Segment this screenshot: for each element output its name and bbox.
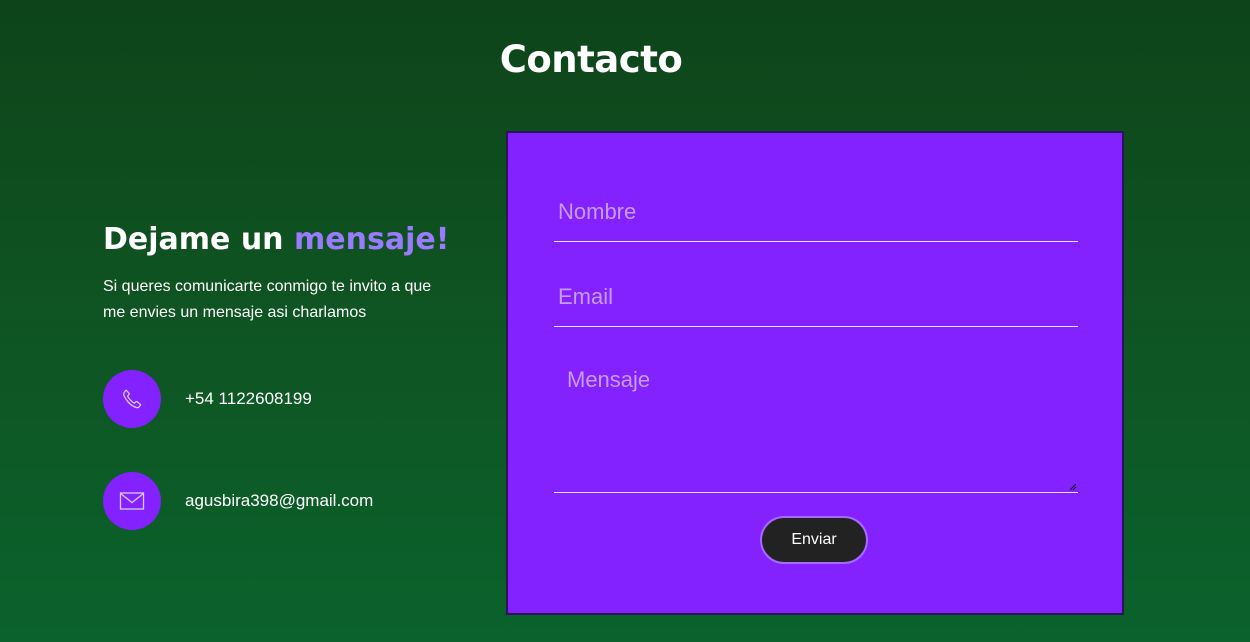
mail-icon (119, 492, 145, 510)
contact-phone-text: +54 1122608199 (185, 389, 312, 408)
name-placeholder: Nombre (558, 199, 637, 224)
name-field[interactable]: Nombre (554, 197, 1078, 242)
contact-phone-row: +54 1122608199 (103, 370, 312, 428)
mail-icon-circle (103, 472, 161, 530)
intro-heading-accent: mensaje! (294, 222, 450, 257)
intro-heading-start: Dejame un (103, 222, 294, 257)
contact-email-row: agusbira398@gmail.com (103, 472, 373, 530)
message-placeholder: Mensaje (567, 367, 651, 392)
intro-section: Dejame un mensaje! Si queres comunicarte… (103, 220, 463, 326)
send-button[interactable]: Enviar (760, 516, 868, 564)
intro-heading: Dejame un mensaje! (103, 220, 463, 260)
phone-icon-circle (103, 370, 161, 428)
resize-handle-icon[interactable] (1069, 483, 1077, 491)
email-placeholder: Email (558, 284, 614, 309)
email-field[interactable]: Email (554, 282, 1078, 327)
page-title: Contacto (499, 38, 683, 81)
contact-email-text: agusbira398@gmail.com (185, 491, 374, 510)
contact-form: Nombre Email Mensaje Enviar (506, 131, 1124, 615)
phone-icon (123, 389, 142, 409)
message-textarea[interactable]: Mensaje (554, 365, 1078, 493)
intro-subtitle: Si queres comunicarte conmigo te invito … (103, 278, 432, 321)
